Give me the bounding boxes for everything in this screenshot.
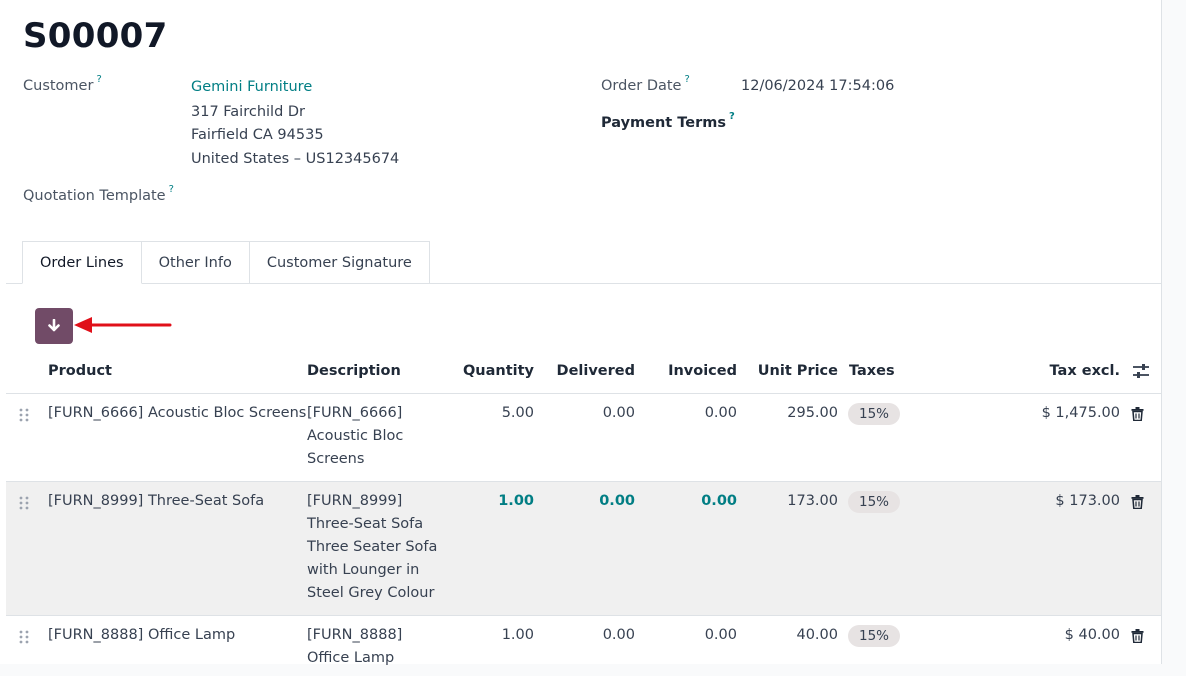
customer-help-icon[interactable]: ?	[96, 74, 101, 85]
customer-link[interactable]: Gemini Furniture	[191, 79, 312, 95]
cell-subtotal: $ 40.00	[1064, 627, 1120, 643]
notebook-tabs: Order Lines Other Info Customer Signatur…	[22, 241, 430, 284]
customer-label-text: Customer	[23, 78, 94, 94]
description-line: [FURN_6666]	[307, 405, 403, 421]
description-line: with Lounger in	[307, 562, 420, 578]
cell-description[interactable]: [FURN_8999] Three-Seat Sofa Three Seater…	[307, 490, 447, 605]
cell-unit-price[interactable]: 173.00	[748, 490, 838, 513]
arrow-down-icon	[48, 319, 60, 332]
cell-subtotal: $ 173.00	[1055, 493, 1120, 509]
cell-invoiced[interactable]: 0.00	[657, 624, 737, 647]
description-line: [FURN_8888]	[307, 627, 403, 643]
cell-delivered[interactable]: 0.00	[555, 490, 635, 513]
order-date-value[interactable]: 12/06/2024 17:54:06	[741, 78, 894, 94]
drag-handle-icon[interactable]	[19, 496, 29, 510]
payment-terms-label: Payment Terms?	[601, 111, 735, 131]
cell-quantity[interactable]: 1.00	[454, 490, 534, 513]
address-line-2: Fairfield CA 94535	[191, 127, 324, 143]
tab-order-lines[interactable]: Order Lines	[22, 241, 142, 284]
page-title: S00007	[23, 16, 168, 56]
table-row[interactable]: [FURN_8999] Three-Seat Sofa [FURN_8999] …	[6, 482, 1161, 616]
drag-handle-icon[interactable]	[19, 408, 29, 422]
sliders-icon[interactable]	[1132, 362, 1150, 380]
quotation-template-label: Quotation Template?	[23, 184, 174, 204]
cell-description[interactable]: [FURN_6666] Acoustic Bloc Screens	[307, 402, 447, 471]
table-row[interactable]: [FURN_6666] Acoustic Bloc Screens [FURN_…	[6, 394, 1161, 482]
red-arrow-icon	[74, 317, 172, 333]
tax-badge[interactable]: 15%	[848, 625, 901, 647]
cell-product[interactable]: [FURN_8999] Three-Seat Sofa	[48, 490, 264, 513]
column-header-tax-excl[interactable]: Tax excl.	[1020, 363, 1120, 379]
column-header-taxes[interactable]: Taxes	[849, 363, 895, 379]
cell-invoiced[interactable]: 0.00	[657, 490, 737, 513]
description-line: [FURN_8999]	[307, 493, 403, 509]
cell-quantity[interactable]: 1.00	[454, 624, 534, 647]
drag-handle-icon[interactable]	[19, 630, 29, 644]
column-header-quantity[interactable]: Quantity	[454, 363, 534, 379]
tax-badge[interactable]: 15%	[848, 403, 901, 425]
order-date-label: Order Date?	[601, 74, 690, 94]
description-line: Steel Grey Colour	[307, 585, 435, 601]
description-line: Three-Seat Sofa	[307, 516, 424, 532]
cell-delivered[interactable]: 0.00	[555, 402, 635, 425]
tax-badge[interactable]: 15%	[848, 491, 901, 513]
cell-product[interactable]: [FURN_6666] Acoustic Bloc Screens	[48, 402, 306, 425]
customer-label: Customer?	[23, 74, 102, 94]
quotation-template-help-icon[interactable]: ?	[169, 184, 174, 195]
order-date-help-icon[interactable]: ?	[684, 74, 689, 85]
cell-product[interactable]: [FURN_8888] Office Lamp	[48, 624, 235, 647]
tab-other-info[interactable]: Other Info	[140, 241, 250, 284]
description-line: Screens	[307, 451, 365, 467]
tabs-divider	[6, 283, 1161, 284]
column-header-unit-price[interactable]: Unit Price	[748, 363, 838, 379]
description-line: Three Seater Sofa	[307, 539, 438, 555]
column-header-product[interactable]: Product	[48, 363, 112, 379]
table-row[interactable]: [FURN_8888] Office Lamp [FURN_8888] Offi…	[6, 616, 1161, 676]
description-line: Acoustic Bloc	[307, 428, 404, 444]
trash-icon[interactable]	[1131, 407, 1144, 421]
address-line-3: United States – US12345674	[191, 151, 400, 167]
cell-quantity[interactable]: 5.00	[454, 402, 534, 425]
cell-unit-price[interactable]: 295.00	[748, 402, 838, 425]
cell-description[interactable]: [FURN_8888] Office Lamp	[307, 624, 447, 670]
column-header-delivered[interactable]: Delivered	[555, 363, 635, 379]
cell-invoiced[interactable]: 0.00	[657, 402, 737, 425]
quotation-template-label-text: Quotation Template	[23, 188, 166, 204]
column-header-description[interactable]: Description	[307, 363, 401, 379]
cell-delivered[interactable]: 0.00	[555, 624, 635, 647]
tab-customer-signature[interactable]: Customer Signature	[248, 241, 430, 284]
payment-terms-label-text: Payment Terms	[601, 115, 726, 131]
payment-terms-help-icon[interactable]: ?	[729, 111, 735, 122]
cell-subtotal: $ 1,475.00	[1041, 405, 1120, 421]
column-header-invoiced[interactable]: Invoiced	[657, 363, 737, 379]
cell-unit-price[interactable]: 40.00	[748, 624, 838, 647]
trash-icon[interactable]	[1131, 495, 1144, 509]
trash-icon[interactable]	[1131, 629, 1144, 643]
address-line-1: 317 Fairchild Dr	[191, 104, 306, 120]
description-line: Office Lamp	[307, 650, 395, 666]
download-button[interactable]	[35, 308, 73, 344]
form-sheet: S00007 Customer? Gemini Furniture 317 Fa…	[0, 0, 1162, 666]
order-date-label-text: Order Date	[601, 78, 682, 94]
